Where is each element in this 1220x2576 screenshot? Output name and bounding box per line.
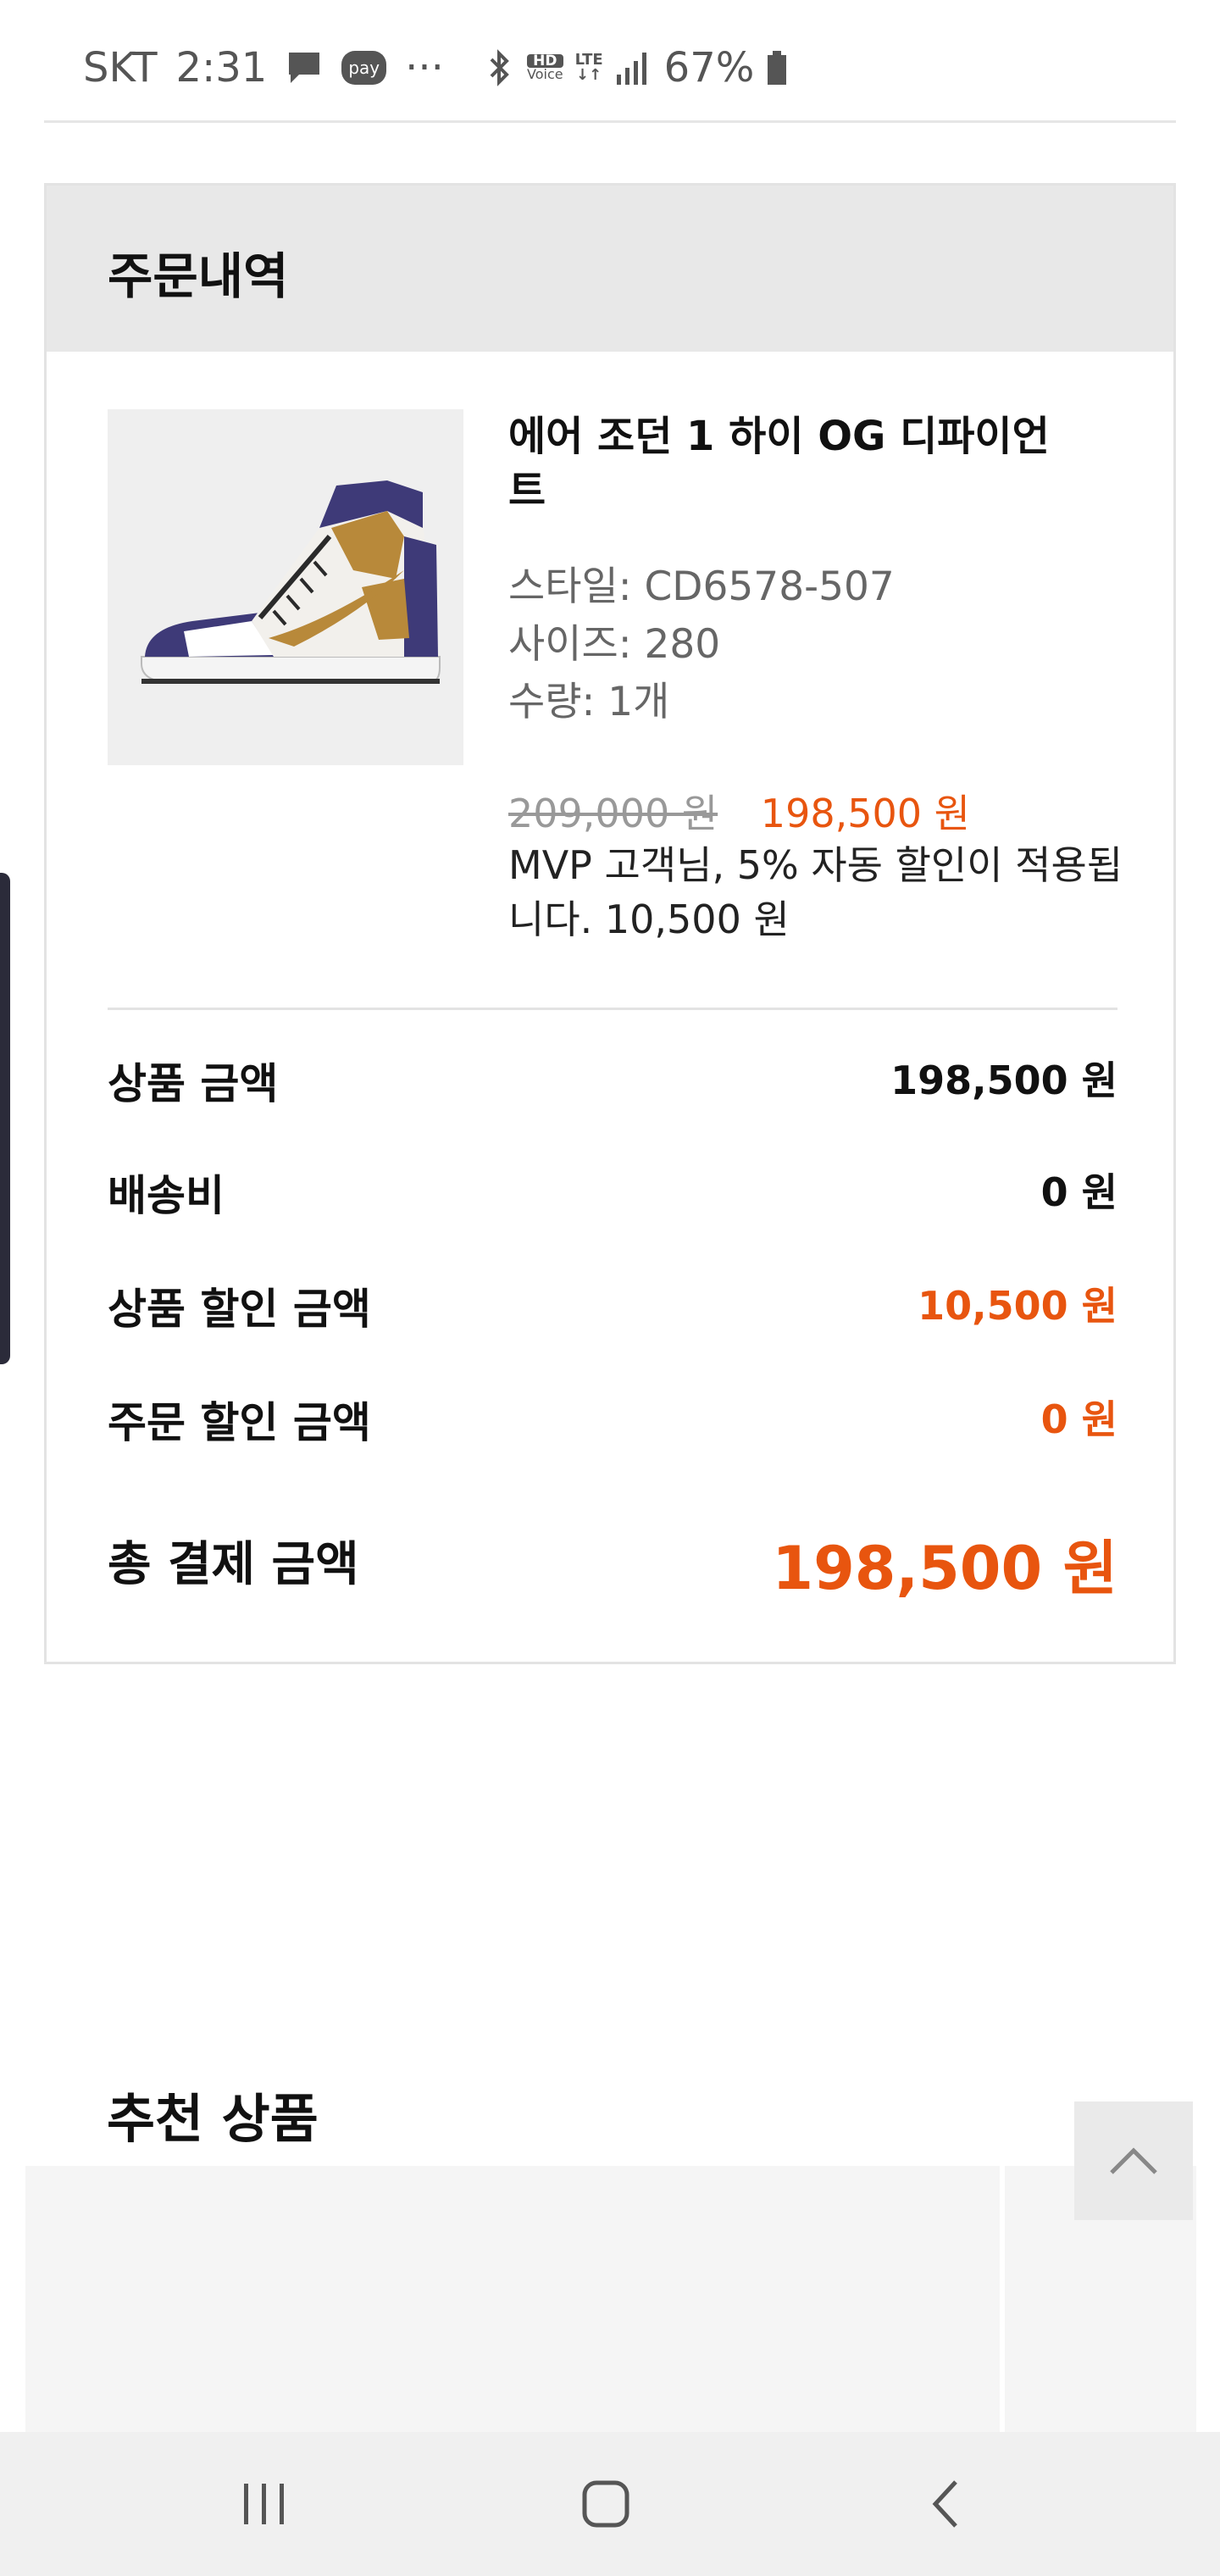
summary-row-product-amount: 상품 금액 198,500 원 (108, 1050, 1117, 1118)
card-divider (108, 1008, 1117, 1010)
sneaker-image (141, 480, 441, 684)
status-right: HD Voice LTE ↓↑ 67% (485, 44, 788, 92)
scroll-to-top-button[interactable] (1074, 2101, 1193, 2220)
lte-icon: LTE ↓↑ (574, 51, 603, 84)
more-notifications: ··· (405, 44, 444, 92)
summary-row-total: 총 결제 금액 198,500 원 (108, 1526, 1117, 1611)
price-row: 209,000 원 198,500 원 (508, 783, 970, 839)
summary-value: 10,500 원 (918, 1283, 1117, 1329)
summary-value: 0 원 (1040, 1169, 1117, 1215)
hd-voice-icon: HD Voice (527, 53, 563, 82)
total-label: 총 결제 금액 (108, 1537, 359, 1592)
recent-apps-button[interactable] (180, 2432, 349, 2576)
product-meta: 스타일: CD6578-507 사이즈: 280 수량: 1개 (508, 558, 895, 731)
bluetooth-icon (485, 47, 515, 88)
back-icon (932, 2480, 957, 2528)
summary-value: 198,500 원 (890, 1058, 1117, 1103)
summary-row-product-discount: 상품 할인 금액 10,500 원 (108, 1275, 1117, 1343)
recommended-product-card[interactable] (25, 2166, 1000, 2432)
order-card: 주문내역 에어 조던 1 하이 OG 디파이언트 스타일: CD6578-507… (44, 183, 1176, 1664)
carrier-label: SKT (83, 44, 158, 92)
battery-percent: 67% (663, 44, 755, 92)
home-icon (582, 2480, 629, 2528)
status-bar: SKT 2:31 pay ··· HD Voice LTE ↓↑ 67% (0, 0, 1220, 119)
recommended-title: 추천 상품 (107, 2088, 319, 2150)
summary-label: 배송비 (108, 1171, 225, 1220)
signal-icon (615, 49, 652, 86)
battery-icon (766, 49, 788, 86)
edge-panel-handle[interactable] (0, 873, 10, 1364)
top-divider (44, 120, 1176, 123)
original-price: 209,000 원 (508, 791, 718, 836)
navigation-bar (0, 2432, 1220, 2576)
chevron-up-icon (1110, 2147, 1157, 2174)
summary-label: 상품 금액 (108, 1059, 279, 1108)
summary-value: 0 원 (1040, 1396, 1117, 1442)
clock: 2:31 (175, 44, 268, 92)
total-value: 198,500 원 (772, 1534, 1117, 1603)
order-title: 주문내역 (108, 247, 289, 305)
chat-bubble-icon (286, 49, 323, 86)
summary-row-shipping: 배송비 0 원 (108, 1162, 1117, 1230)
status-left: SKT 2:31 pay ··· (83, 44, 444, 92)
sale-price: 198,500 원 (760, 791, 970, 836)
order-header: 주문내역 (47, 186, 1173, 352)
home-button[interactable] (521, 2432, 690, 2576)
product-style: 스타일: CD6578-507 (508, 564, 895, 610)
product-name[interactable]: 에어 조던 1 하이 OG 디파이언트 (508, 409, 1068, 518)
product-size: 사이즈: 280 (508, 621, 721, 668)
discount-note: MVP 고객님, 5% 자동 할인이 적용됩니다. 10,500 원 (508, 842, 1123, 942)
summary-row-order-discount: 주문 할인 금액 0 원 (108, 1389, 1117, 1457)
recent-apps-icon (244, 2484, 284, 2524)
back-button[interactable] (861, 2432, 1030, 2576)
pay-icon: pay (341, 51, 387, 85)
summary-label: 상품 할인 금액 (108, 1285, 371, 1334)
product-quantity: 수량: 1개 (508, 679, 670, 725)
summary-label: 주문 할인 금액 (108, 1398, 371, 1447)
product-image[interactable] (108, 409, 463, 765)
